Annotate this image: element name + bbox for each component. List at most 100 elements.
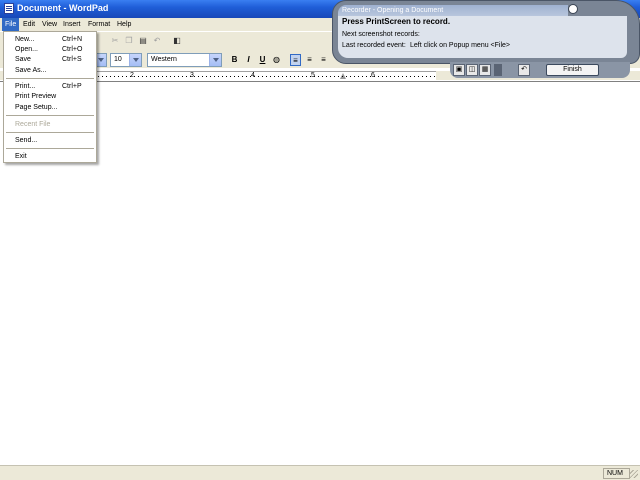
ruler-tick [154,76,155,77]
align-center-icon[interactable]: ≡ [304,54,315,66]
ruler-tick [162,76,163,77]
ruler-tick [274,76,275,77]
wordpad-app-icon[interactable] [4,3,14,14]
ruler-tick [338,76,339,77]
bold-button[interactable]: B [229,54,240,66]
paste-icon[interactable]: ▤ [136,35,150,47]
ruler-tick [194,76,195,77]
ruler-tick [142,76,143,77]
ruler-tick [382,76,383,77]
menu-edit[interactable]: Edit [20,18,38,31]
file-menu-print-preview[interactable]: Print Preview [4,91,96,102]
ruler-tick [310,76,311,77]
ruler-tick [354,76,355,77]
ruler-tick [410,76,411,77]
recorder-knob-icon[interactable] [568,4,578,14]
file-menu-save-as[interactable]: Save As... [4,65,96,76]
camera-icon[interactable]: ◫ [466,64,478,76]
menu-separator [6,148,94,149]
stop-icon[interactable] [494,64,502,76]
recorder-body: Press PrintScreen to record. Next screen… [338,16,627,58]
ruler-tick [422,76,423,77]
ruler-tick [330,76,331,77]
ruler-tick [282,76,283,77]
menu-item-label: Send... [15,137,38,144]
ruler-tick [178,76,179,77]
align-right-icon[interactable]: ≡ [318,54,329,66]
ruler-tick [214,76,215,77]
undo-icon[interactable]: ↶ [518,64,530,76]
menu-insert[interactable]: Insert [60,18,84,31]
file-menu-send[interactable]: Send... [4,135,96,146]
align-left-icon[interactable]: ≡ [290,54,301,66]
ruler-tick [366,76,367,77]
resize-grip-icon[interactable] [630,470,638,478]
underline-button[interactable]: U [257,54,268,66]
recorder-last-label: Last recorded event: [342,42,406,49]
ruler-tick [170,76,171,77]
ruler-tick [302,76,303,77]
ruler[interactable]: 2 3 4 5 6 [96,71,436,80]
copy-icon[interactable]: ❐ [122,35,136,47]
ruler-tick [262,76,263,77]
ruler-tick [258,76,259,77]
ruler-tick [374,76,375,77]
ruler-tick [182,76,183,77]
ruler-tick [334,76,335,77]
chevron-down-icon[interactable] [209,54,221,66]
file-menu-save[interactable]: Save Ctrl+S [4,54,96,65]
ruler-tick [326,76,327,77]
ruler-tick [406,76,407,77]
recorder-next-label: Next screenshot records: [342,31,420,38]
recorder-instruction: Press PrintScreen to record. [342,17,451,26]
ruler-tick [138,76,139,77]
ruler-tick [234,76,235,77]
ruler-tick [390,76,391,77]
ruler-tick [134,76,135,77]
finish-button[interactable]: Finish [546,64,599,76]
italic-button[interactable]: I [243,54,254,66]
grid-icon[interactable]: ▦ [479,64,491,76]
ruler-tick [402,76,403,77]
color-icon[interactable]: ◍ [271,54,282,66]
recorder-last-event: Left click on Popup menu <File> [410,42,511,49]
script-combo[interactable]: Western [147,53,222,67]
ruler-tick [394,76,395,77]
menu-item-label: Exit [15,153,27,160]
ruler-tick [98,76,99,77]
ruler-tick [126,76,127,77]
file-menu-exit[interactable]: Exit [4,151,96,162]
font-size-combo[interactable]: 10 [110,53,142,67]
undo-icon[interactable]: ↶ [150,35,164,47]
ruler-tick [398,76,399,77]
cut-icon[interactable]: ✂ [108,35,122,47]
ruler-tick [278,76,279,77]
ruler-tick [434,76,435,77]
menu-help[interactable]: Help [114,18,134,31]
menu-format[interactable]: Format [85,18,113,31]
ruler-tick [146,76,147,77]
menu-separator [6,78,94,79]
menu-file[interactable]: File [2,18,20,31]
ruler-tick [418,76,419,77]
ruler-tick [230,76,231,77]
ruler-tick [242,76,243,77]
date-time-icon[interactable]: ◧ [170,35,184,47]
chevron-down-icon[interactable] [129,54,141,66]
menu-separator [6,132,94,133]
menu-view[interactable]: View [39,18,60,31]
ruler-tick [174,76,175,77]
ruler-tick [110,76,111,77]
status-bar: NUM [0,465,640,480]
ruler-tick [318,76,319,77]
ruler-tick [414,76,415,77]
file-menu-page-setup[interactable]: Page Setup... [4,102,96,113]
ruler-tick [270,76,271,77]
ruler-tick [350,76,351,77]
ruler-tick [386,76,387,77]
record-icon[interactable]: ▣ [453,64,465,76]
ruler-tick [346,76,347,77]
ruler-tick [358,76,359,77]
menu-separator [6,115,94,116]
file-menu-dropdown: New... Ctrl+N Open... Ctrl+O Save Ctrl+S… [3,31,97,163]
